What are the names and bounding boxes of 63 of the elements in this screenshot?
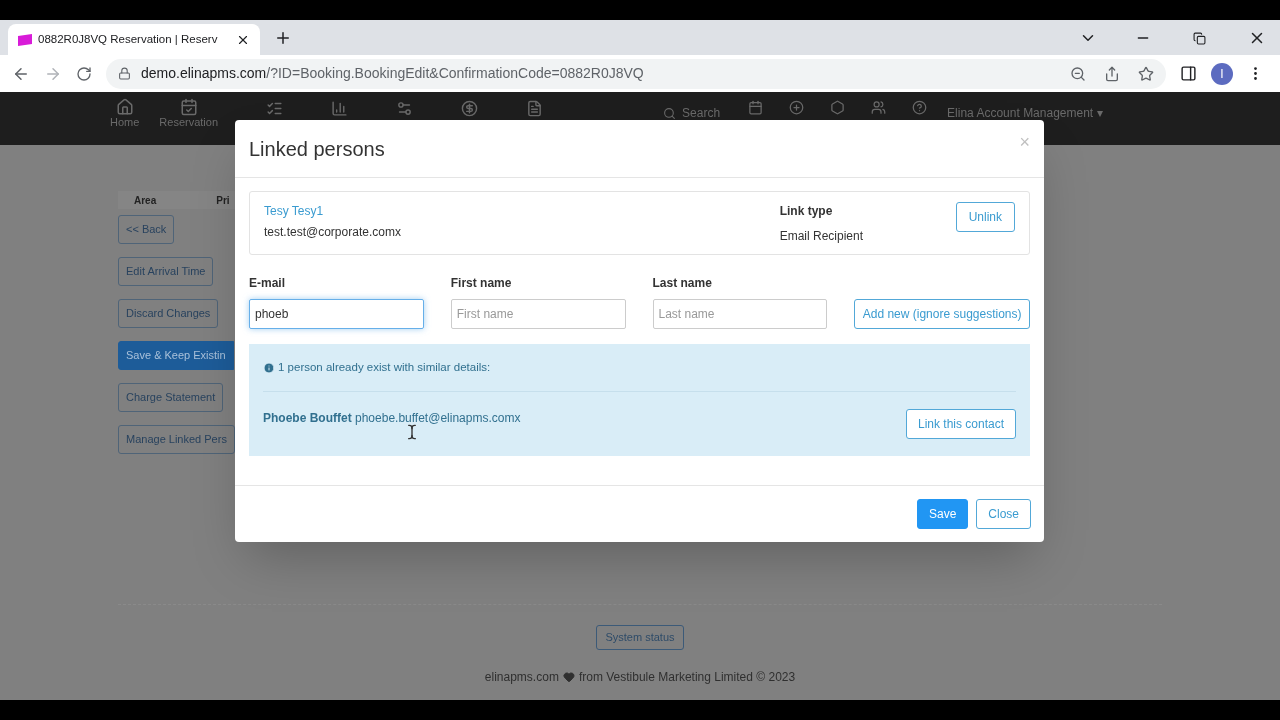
add-icon[interactable] <box>789 100 805 115</box>
share-icon[interactable] <box>1104 65 1120 82</box>
nav-item[interactable]: Home <box>110 116 140 129</box>
search-icon <box>663 106 677 120</box>
column-header: Pri <box>216 193 230 208</box>
profile-avatar[interactable]: I <box>1211 62 1233 85</box>
page-button[interactable]: Charge Statement <box>118 383 224 412</box>
person-email: test.test@corporate.comx <box>264 224 402 241</box>
calendar-icon[interactable] <box>748 100 764 115</box>
field-label: Last name <box>652 275 713 292</box>
system-status-button[interactable]: System status <box>596 625 684 650</box>
info-message: 1 person already exist with similar details: <box>278 359 491 375</box>
heart-icon <box>562 671 575 683</box>
link-type-value: Email Recipient <box>779 228 864 245</box>
suggestion-text: Phoebe Bouffet phoebe.buffet@elinapms.comx <box>263 410 521 427</box>
modal-button[interactable]: Close <box>976 499 1031 529</box>
page-button[interactable]: Save & Keep Existin <box>118 341 234 370</box>
footer-link[interactable]: elinapms.com <box>484 668 559 686</box>
nav-item[interactable]: Reservation <box>159 116 219 129</box>
help-icon[interactable] <box>912 100 928 115</box>
dollar-icon[interactable] <box>461 100 479 117</box>
bookmark-star-icon[interactable] <box>1138 65 1154 82</box>
bar-chart-icon[interactable] <box>331 100 349 117</box>
address-bar[interactable]: demo.elinapms.com/?ID=Booking.BookingEdit&ConfirmationCode=0882R0J8VQ <box>106 58 1166 89</box>
link-contact-button[interactable]: Link this contact <box>905 409 1016 439</box>
restore-icon[interactable] <box>1193 31 1206 45</box>
page-button[interactable]: Discard Changes <box>118 299 219 328</box>
list-icon[interactable] <box>266 100 284 117</box>
reload-icon[interactable] <box>76 65 92 82</box>
close-button[interactable]: × <box>1019 129 1030 156</box>
document-icon[interactable] <box>526 100 544 117</box>
page-button[interactable]: Manage Linked Pers <box>118 425 235 454</box>
page-button[interactable]: << Back <box>118 215 175 244</box>
new-tab-icon[interactable] <box>274 29 292 47</box>
browser-tab[interactable]: 0882R0J8VQ Reservation | Reserv <box>8 24 260 55</box>
link-type-label: Link type <box>779 203 834 220</box>
person-name-link[interactable]: Tesy Tesy1 <box>264 202 780 220</box>
calendar-icon[interactable] <box>179 98 198 116</box>
field-label: First name <box>450 275 513 292</box>
text-field[interactable]: First name <box>450 299 626 329</box>
column-header: Area <box>134 193 157 208</box>
footer-text: from Vestibule Marketing Limited © 2023 <box>578 669 796 686</box>
tab-title: 0882R0J8VQ Reservation | Reserv <box>38 31 219 47</box>
account-menu[interactable]: Elina Account Management ▾ <box>947 104 1103 122</box>
add-new-button[interactable]: Add new (ignore suggestions) <box>854 299 1030 329</box>
text-field[interactable]: Last name <box>652 299 828 329</box>
search-field[interactable]: Search <box>682 104 721 122</box>
modal-title: Linked persons <box>249 136 385 162</box>
modal-button[interactable]: Save <box>916 499 969 529</box>
people-icon[interactable] <box>871 100 887 115</box>
site-logo-icon <box>18 33 32 46</box>
sliders-icon[interactable] <box>396 100 414 117</box>
hexagon-icon[interactable] <box>830 100 846 115</box>
lock-icon <box>118 67 131 80</box>
zoom-out-icon[interactable] <box>1070 65 1086 82</box>
url-text: demo.elinapms.com/?ID=Booking.BookingEdit&ConfirmationCode=0882R0J8VQ <box>141 64 645 83</box>
page-button[interactable]: Edit Arrival Time <box>118 257 214 286</box>
field-label: E-mail <box>249 275 286 292</box>
home-icon[interactable] <box>115 98 134 116</box>
info-icon <box>263 361 275 374</box>
side-panel-icon[interactable] <box>1180 65 1197 82</box>
text-field[interactable]: phoeb <box>249 299 424 329</box>
unlink-button[interactable]: Unlink <box>955 202 1015 232</box>
